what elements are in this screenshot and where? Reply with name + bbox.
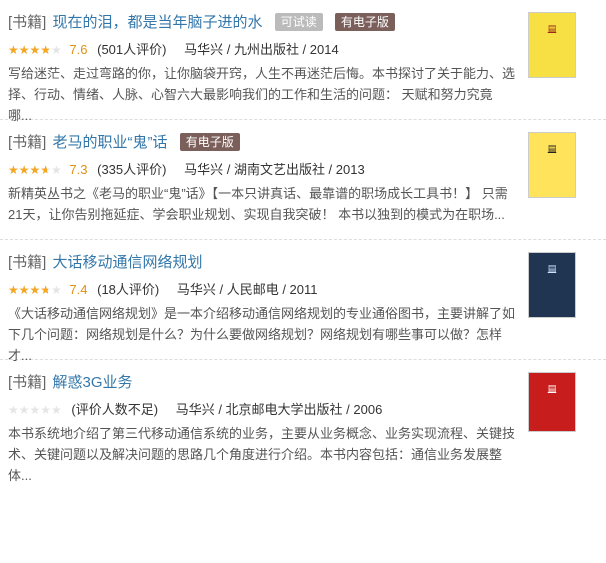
rating-stars-fill: ★★★★★ — [8, 43, 49, 57]
rating-count: (501人评价) — [97, 42, 167, 57]
ebook-badge[interactable]: 有电子版 — [334, 13, 395, 31]
rating-count: (18人评价) — [97, 282, 160, 297]
ebook-badge[interactable]: 有电子版 — [179, 133, 240, 151]
book-cover-art: ▤ — [547, 23, 557, 33]
rating-stars: ★★★★★ ★★★★★ — [8, 280, 62, 300]
publication-info: 马华兴 / 九州出版社 / 2014 — [184, 42, 339, 57]
book-title-link[interactable]: 解惑3G业务 — [53, 374, 133, 391]
book-cover-art: ▤ — [547, 143, 557, 153]
book-description: 写给迷茫、走过弯路的你，让你脑袋开窍，人生不再迷茫后悔。本书探讨了关于能力、选择… — [8, 66, 516, 123]
meta-line: ★★★★★ ★★★★★ 7.6 (501人评价) 马华兴 / 九州出版社 / 2… — [8, 40, 516, 60]
rating-stars: ★★★★★ ★★★★★ — [8, 160, 62, 180]
rating-stars: ★★★★★ ★★★★★ — [8, 403, 62, 417]
rating-count: (335人评价) — [97, 162, 167, 177]
result-content: [书籍] 现在的泪，都是当年脑子进的水 可试读 有电子版 ★★★★★ ★★★★★… — [8, 12, 516, 126]
title-line: [书籍] 解惑3G业务 — [8, 372, 516, 394]
search-result-list: [书籍] 现在的泪，都是当年脑子进的水 可试读 有电子版 ★★★★★ ★★★★★… — [0, 0, 606, 483]
result-content: [书籍] 大话移动通信网络规划 ★★★★★ ★★★★★ 7.4 (18人评价) … — [8, 252, 516, 366]
book-description: 《大话移动通信网络规划》是一本介绍移动通信网络规划的专业通俗图书，主要讲解了如下… — [8, 306, 516, 363]
title-line: [书籍] 现在的泪，都是当年脑子进的水 可试读 有电子版 — [8, 12, 516, 34]
meta-line: ★★★★★ ★★★★★ 7.4 (18人评价) 马华兴 / 人民邮电 / 201… — [8, 280, 516, 300]
list-item: [书籍] 解惑3G业务 ★★★★★ ★★★★★ (评价人数不足) 马华兴 / 北… — [0, 360, 606, 483]
category-tag: [书籍] — [8, 134, 47, 151]
book-cover-image[interactable]: ▤ — [528, 252, 576, 318]
try-read-badge[interactable]: 可试读 — [274, 13, 323, 31]
rating-count: (评价人数不足) — [71, 402, 159, 417]
rating-stars-fill: ★★★★★ — [8, 163, 48, 177]
category-tag: [书籍] — [8, 374, 47, 391]
rating-stars-fill: ★★★★★ — [8, 283, 48, 297]
book-title-link[interactable]: 现在的泪，都是当年脑子进的水 — [53, 14, 263, 31]
book-cover-image[interactable]: ▤ — [528, 132, 576, 198]
list-item: [书籍] 现在的泪，都是当年脑子进的水 可试读 有电子版 ★★★★★ ★★★★★… — [0, 0, 606, 123]
book-description: 新精英丛书之《老马的职业“鬼”话》【一本只讲真话、最靠谱的职场成长工具书！】 只… — [8, 186, 508, 222]
title-line: [书籍] 老马的职业“鬼”话 有电子版 — [8, 132, 516, 154]
rating-score: 7.6 — [69, 42, 88, 57]
rating-stars: ★★★★★ ★★★★★ — [8, 40, 62, 60]
publication-info: 马华兴 / 北京邮电大学出版社 / 2006 — [175, 402, 383, 417]
publication-info: 马华兴 / 湖南文艺出版社 / 2013 — [184, 162, 365, 177]
category-tag: [书籍] — [8, 254, 47, 271]
book-cover-image[interactable]: ▤ — [528, 12, 576, 78]
publication-info: 马华兴 / 人民邮电 / 2011 — [176, 282, 318, 297]
book-title-link[interactable]: 老马的职业“鬼”话 — [53, 134, 168, 151]
book-cover-art: ▤ — [547, 263, 557, 273]
list-item: [书籍] 老马的职业“鬼”话 有电子版 ★★★★★ ★★★★★ 7.3 (335… — [0, 120, 606, 240]
meta-line: ★★★★★ ★★★★★ (评价人数不足) 马华兴 / 北京邮电大学出版社 / 2… — [8, 400, 516, 420]
book-description: 本书系统地介绍了第三代移动通信系统的业务，主要从业务概念、业务实现流程、关键技术… — [8, 426, 516, 483]
result-content: [书籍] 解惑3G业务 ★★★★★ ★★★★★ (评价人数不足) 马华兴 / 北… — [8, 372, 516, 486]
result-content: [书籍] 老马的职业“鬼”话 有电子版 ★★★★★ ★★★★★ 7.3 (335… — [8, 132, 516, 225]
list-item: [书籍] 大话移动通信网络规划 ★★★★★ ★★★★★ 7.4 (18人评价) … — [0, 240, 606, 363]
rating-score: 7.3 — [69, 162, 88, 177]
book-title-link[interactable]: 大话移动通信网络规划 — [53, 254, 203, 271]
title-line: [书籍] 大话移动通信网络规划 — [8, 252, 516, 274]
book-cover-image[interactable]: ▤ — [528, 372, 576, 432]
rating-score: 7.4 — [69, 282, 88, 297]
book-cover-art: ▤ — [547, 383, 557, 393]
meta-line: ★★★★★ ★★★★★ 7.3 (335人评价) 马华兴 / 湖南文艺出版社 /… — [8, 160, 516, 180]
category-tag: [书籍] — [8, 14, 47, 31]
